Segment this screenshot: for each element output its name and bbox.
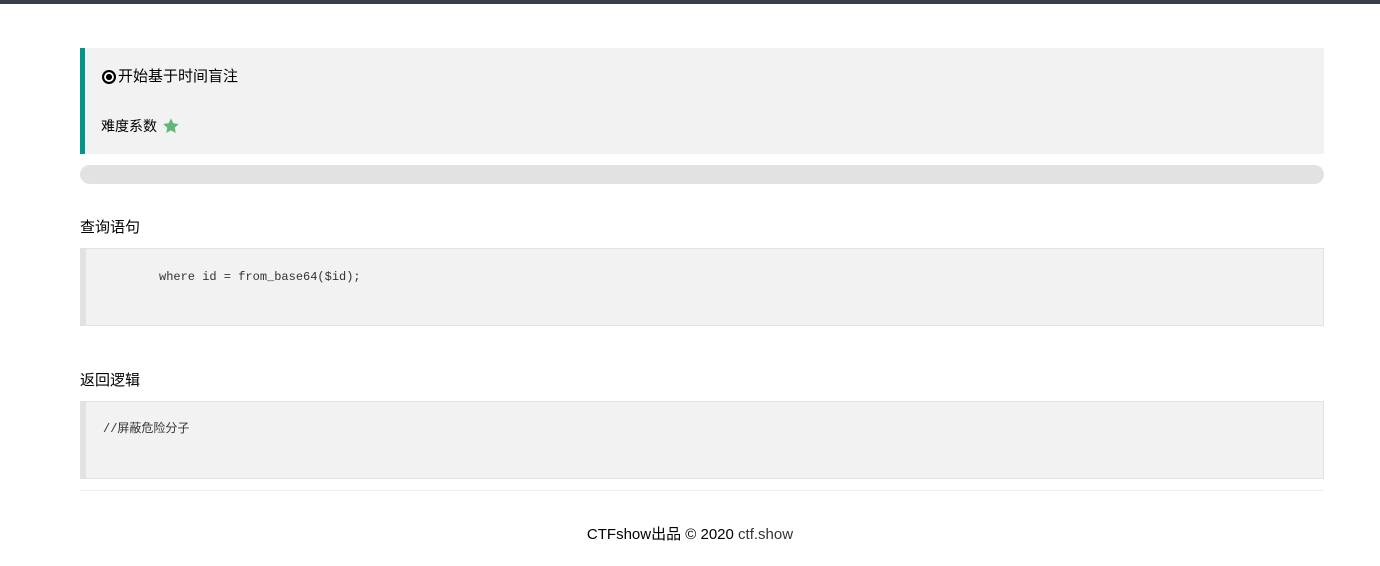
query-section-label: 查询语句 [80, 219, 141, 236]
radio-dot-icon [102, 70, 116, 84]
difficulty-rating: 难度系数 [101, 116, 180, 136]
progress-bar [80, 165, 1324, 184]
challenge-title: 开始基于时间盲注 [102, 67, 238, 87]
logic-section-label: 返回逻辑 [80, 372, 141, 389]
page-footer: CTFshow出品 © 2020 ctf.show [0, 525, 1380, 545]
difficulty-label: 难度系数 [101, 118, 157, 134]
footer-site-link[interactable]: ctf.show [738, 526, 793, 543]
footer-divider [80, 490, 1324, 491]
challenge-title-text: 开始基于时间盲注 [118, 68, 239, 85]
logic-code: //屏蔽危险分子 [103, 422, 190, 436]
challenge-notice: 开始基于时间盲注 难度系数 [80, 48, 1324, 154]
query-code: where id = from_base64($id); [159, 270, 361, 284]
logic-code-block: //屏蔽危险分子 [80, 401, 1324, 479]
star-icon [163, 118, 179, 134]
query-code-block: where id = from_base64($id); [80, 248, 1324, 326]
top-bar [0, 0, 1380, 4]
footer-copyright: CTFshow出品 © 2020 [586, 526, 734, 543]
